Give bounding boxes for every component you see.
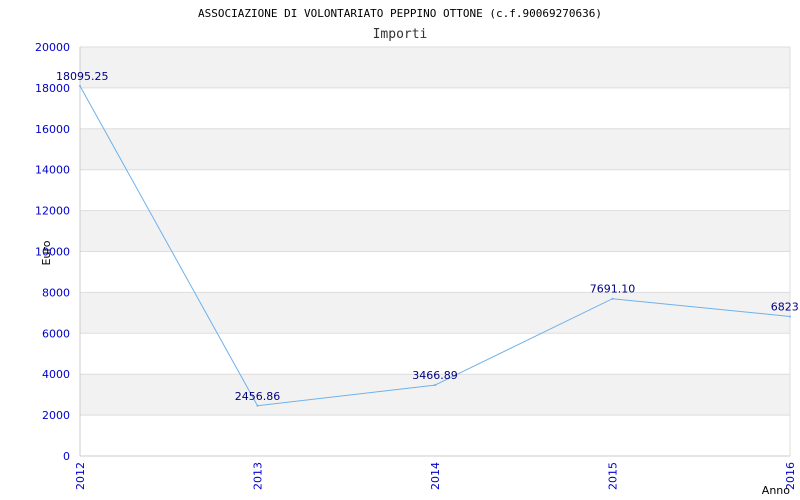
plot-band (80, 47, 790, 88)
data-point (611, 297, 614, 300)
data-point (789, 315, 791, 318)
chart-subtitle: Importi (373, 27, 428, 42)
plot-band (80, 87, 790, 129)
plot-band (80, 210, 790, 252)
plot-band (80, 128, 790, 170)
y-tick-label: 14000 (35, 164, 70, 177)
y-tick-label: 2000 (42, 409, 70, 422)
x-tick-label: 2012 (74, 462, 87, 490)
y-tick-label: 16000 (35, 123, 70, 136)
data-point (79, 84, 81, 87)
x-tick-label: 2013 (252, 462, 265, 490)
data-point (434, 384, 436, 387)
plot-band (80, 169, 790, 211)
x-axis-label: Anno (762, 484, 790, 497)
plot-band (80, 292, 790, 334)
data-label: 3466.89 (412, 369, 458, 382)
plot-band (80, 415, 790, 456)
y-tick-label: 12000 (35, 205, 70, 218)
x-tick-labels: 2012 2013 2014 2015 2016 (74, 462, 797, 490)
y-axis-label: Euro (40, 240, 53, 265)
y-tick-label: 6000 (42, 327, 70, 340)
data-label: 2456.86 (235, 390, 281, 403)
data-label: 18095.25 (56, 70, 109, 83)
chart-title: ASSOCIAZIONE DI VOLONTARIATO PEPPINO OTT… (198, 7, 602, 20)
line-chart: 0200040006000800010000120001400016000180… (35, 7, 800, 497)
data-label: 7691.10 (590, 283, 636, 296)
x-tick-label: 2014 (429, 462, 442, 490)
plot-band (80, 251, 790, 293)
y-tick-label: 8000 (42, 286, 70, 299)
y-tick-label: 18000 (35, 82, 70, 95)
y-tick-label: 20000 (35, 41, 70, 54)
data-label: 6823.4 (771, 300, 800, 313)
plot-band (80, 333, 790, 375)
x-tick-label: 2015 (607, 462, 620, 490)
data-point (256, 404, 259, 407)
y-tick-label: 4000 (42, 368, 70, 381)
y-tick-label: 0 (63, 450, 70, 463)
